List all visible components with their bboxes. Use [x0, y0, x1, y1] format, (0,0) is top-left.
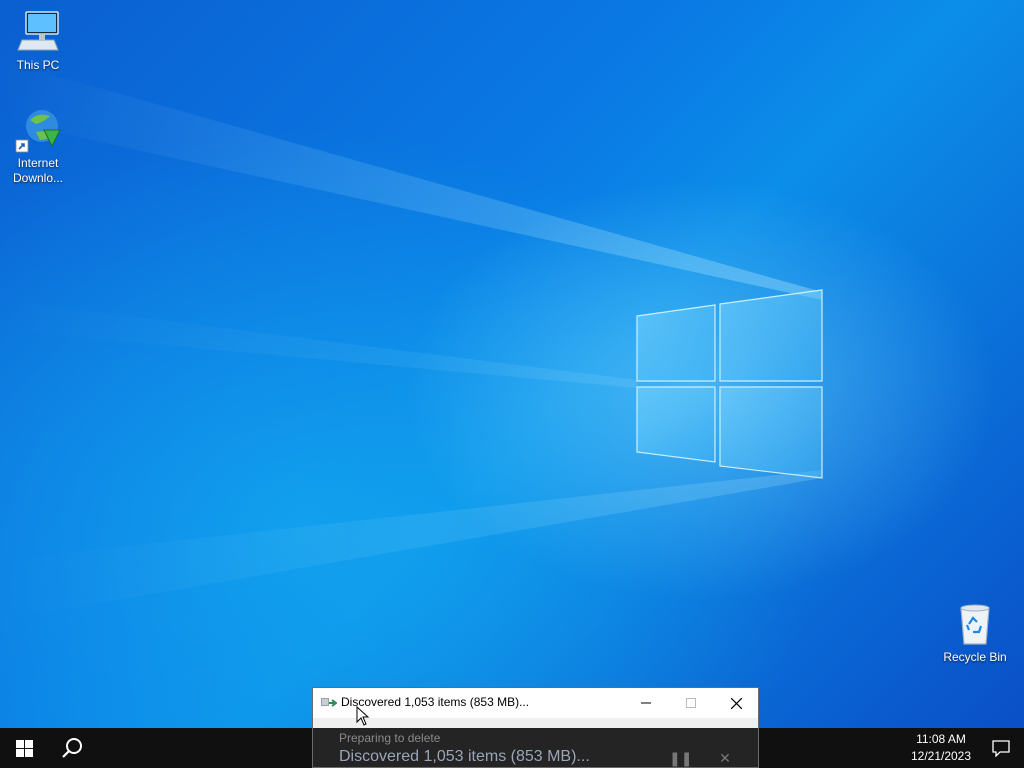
start-button[interactable]	[0, 728, 48, 768]
desktop-icon-this-pc[interactable]: This PC	[0, 8, 76, 73]
maximize-icon	[686, 698, 696, 708]
wallpaper-light-beams	[0, 60, 823, 620]
progress-status: Discovered 1,053 items (853 MB)...	[339, 748, 590, 765]
mouse-cursor-icon	[356, 706, 370, 726]
recycle-bin-icon	[960, 604, 990, 645]
pause-button[interactable]: ❚❚	[669, 750, 693, 766]
cancel-icon: ✕	[719, 750, 731, 766]
windows-start-icon	[15, 739, 33, 757]
windows-logo-wallpaper	[636, 289, 823, 479]
close-icon	[730, 697, 742, 709]
dialog-body: Preparing to delete Discovered 1,053 ite…	[313, 728, 758, 767]
clock-date: 12/21/2023	[910, 749, 972, 763]
operation-label: Preparing to delete	[339, 731, 441, 745]
desktop-icon-label: Recycle Bin	[943, 650, 1007, 664]
system-clock[interactable]: 11:08 AM 12/21/2023	[906, 731, 976, 765]
minimize-button[interactable]	[623, 688, 669, 718]
search-button[interactable]	[48, 728, 96, 768]
desktop-icon-internet-download-manager[interactable]: Internet Downlo...	[0, 106, 76, 186]
notification-icon	[992, 739, 1010, 757]
internet-download-manager-icon	[15, 110, 61, 153]
desktop[interactable]: This PC Internet Downlo... Recycle Bin	[0, 0, 1024, 728]
maximize-button[interactable]	[668, 688, 714, 718]
desktop-icon-label: This PC	[16, 58, 60, 72]
clock-time: 11:08 AM	[916, 732, 966, 746]
close-button[interactable]	[713, 688, 758, 718]
action-center-button[interactable]	[978, 728, 1024, 768]
desktop-icon-recycle-bin[interactable]: Recycle Bin	[937, 600, 1013, 665]
desktop-icon-label: Internet Downlo...	[12, 156, 64, 185]
minimize-icon	[641, 702, 651, 704]
computer-icon	[17, 11, 59, 51]
file-move-icon	[321, 698, 337, 707]
search-icon	[62, 738, 82, 758]
dialog-titlebar[interactable]: Discovered 1,053 items (853 MB)...	[313, 688, 758, 718]
delete-progress-dialog[interactable]: Discovered 1,053 items (853 MB)... Prepa…	[312, 687, 759, 768]
pause-icon: ❚❚	[669, 750, 693, 766]
cancel-button[interactable]: ✕	[715, 750, 735, 766]
